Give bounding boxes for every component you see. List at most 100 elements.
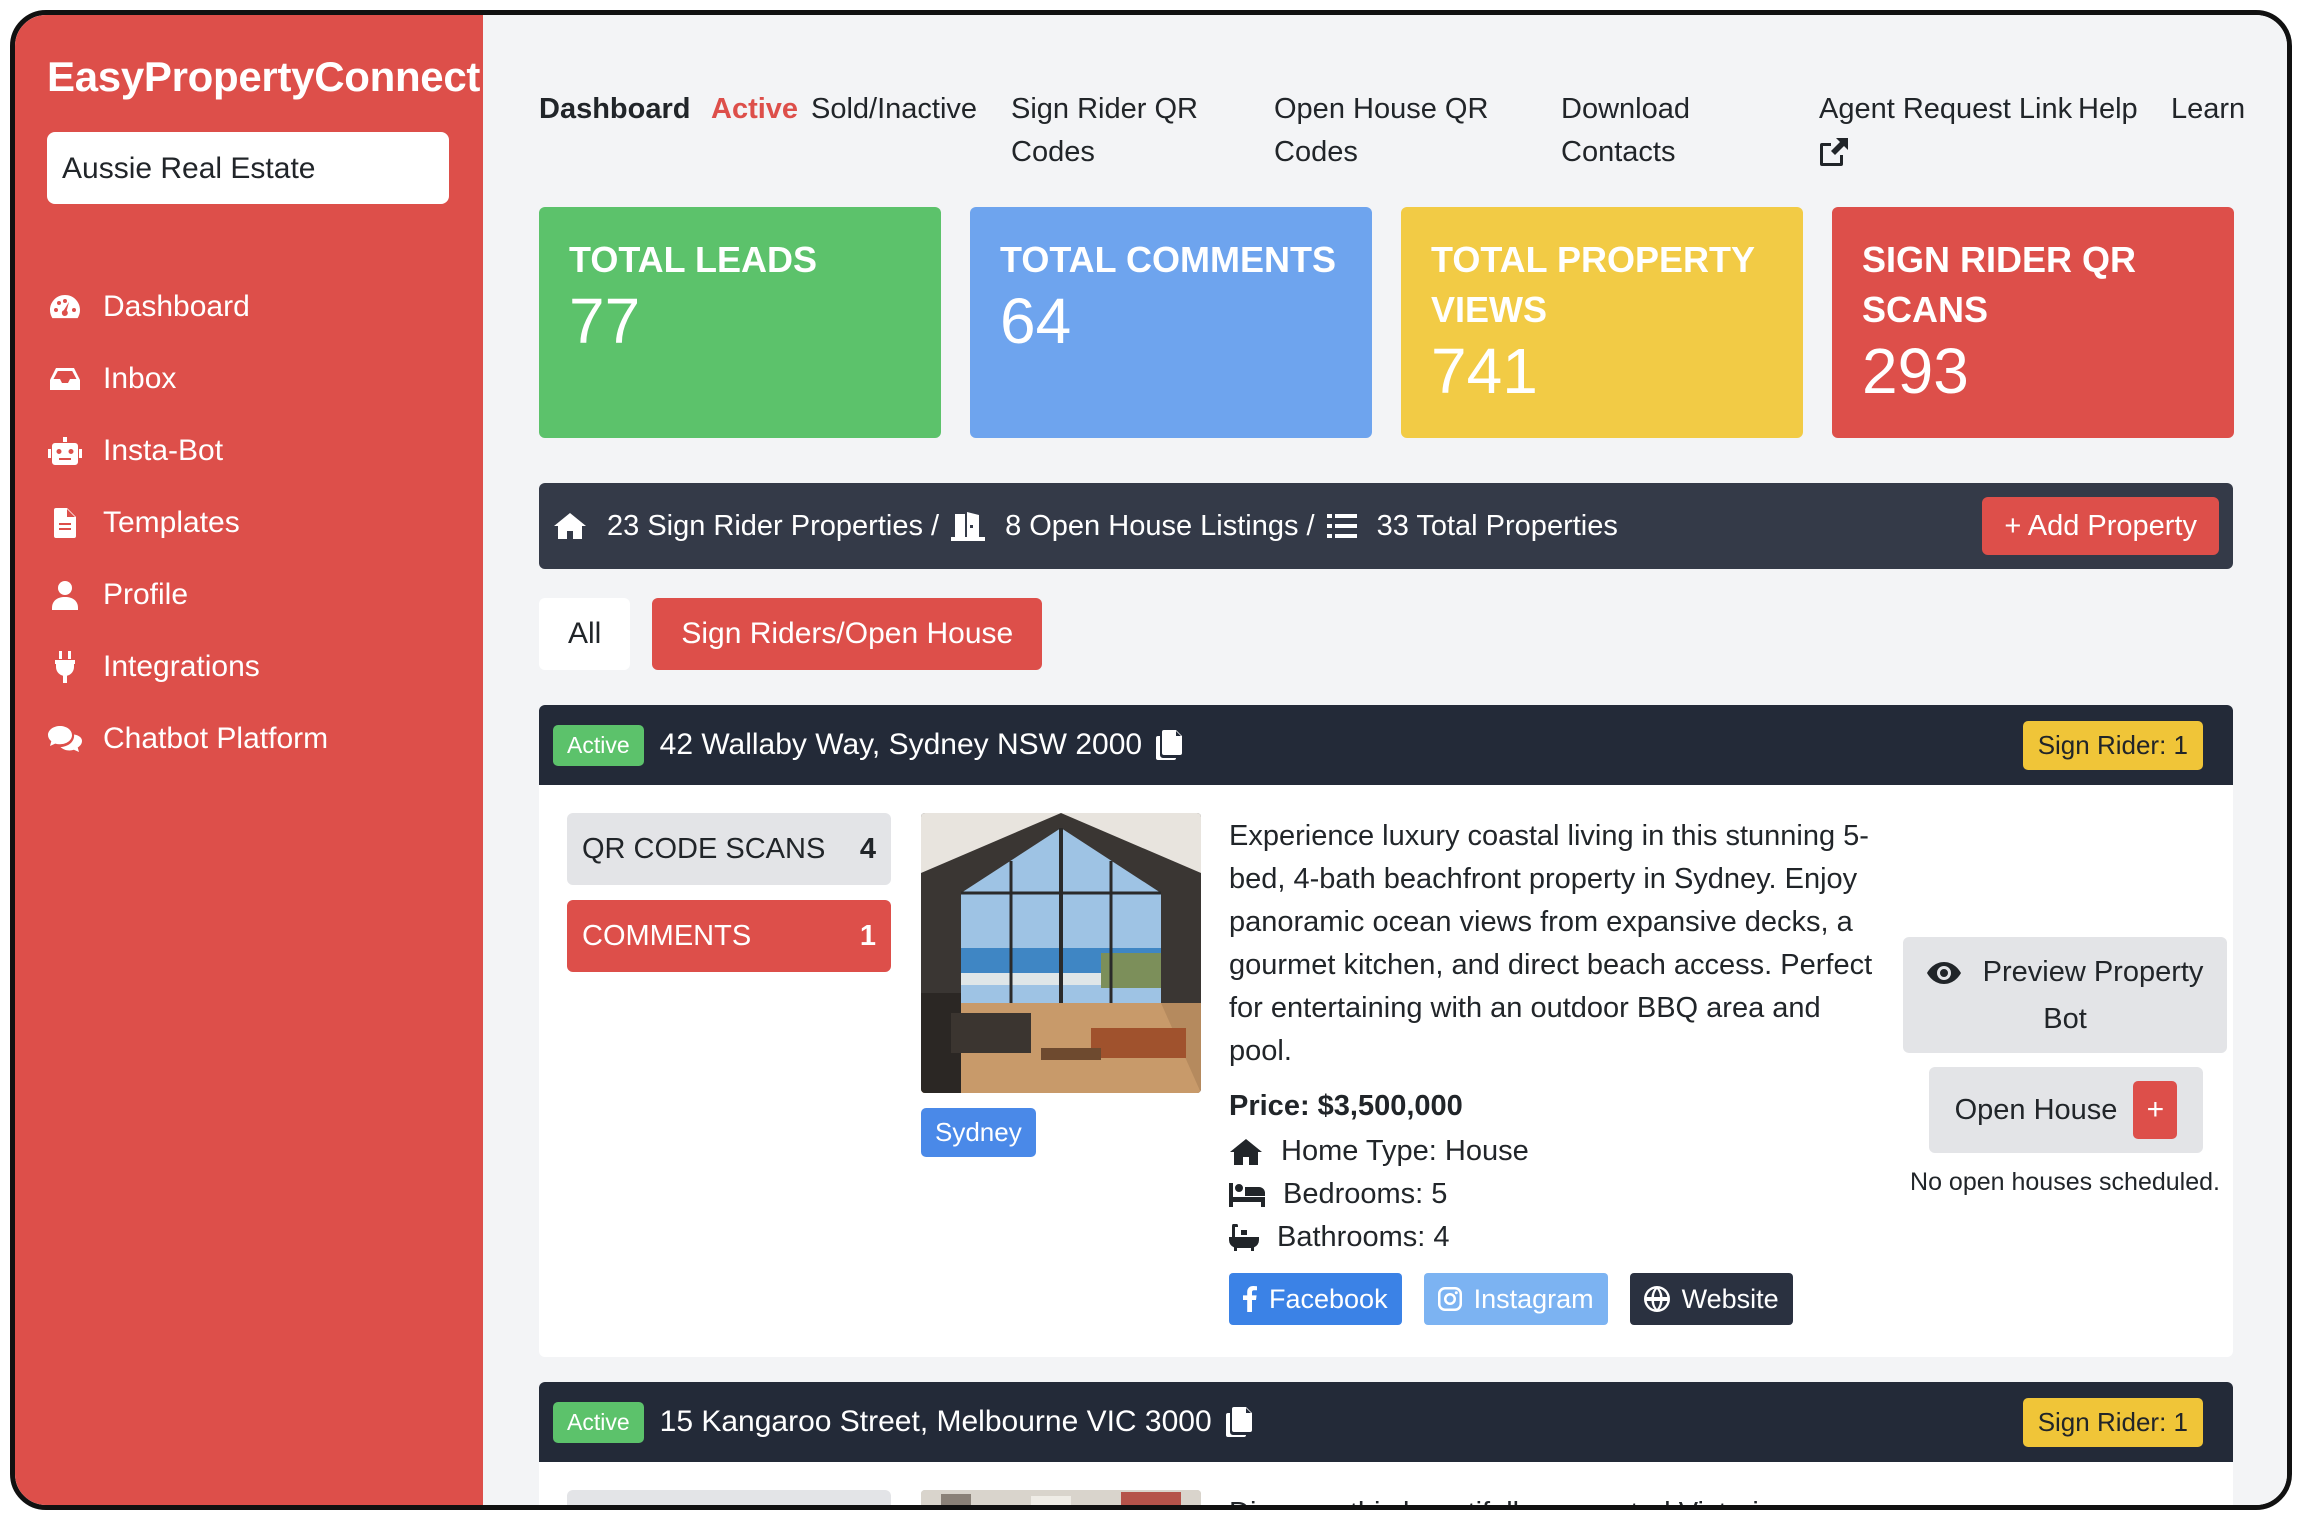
- nav-learn[interactable]: Learn: [2171, 88, 2245, 131]
- nav-label-line: Codes: [1274, 136, 1358, 168]
- sidebar-item-label: Profile: [103, 578, 189, 611]
- user-icon: [47, 577, 83, 613]
- city-badge: Sydney: [921, 1108, 1036, 1157]
- open-house-count: 8 Open House Listings /: [1005, 509, 1315, 542]
- listing-header: Active 15 Kangaroo Street, Melbourne VIC…: [539, 1382, 2233, 1462]
- app-window: EasyPropertyConnect Aussie Real Estate D…: [10, 10, 2292, 1510]
- sidebar-item-label: Integrations: [103, 650, 260, 683]
- brand-title: EasyPropertyConnect: [47, 53, 481, 100]
- stat-label: COMMENTS: [582, 919, 752, 952]
- total-properties-count: 33 Total Properties: [1376, 509, 1618, 542]
- comments-stat[interactable]: COMMENTS 1: [567, 900, 891, 972]
- instagram-button[interactable]: Instagram: [1423, 1273, 1608, 1325]
- add-property-button[interactable]: + Add Property: [1982, 497, 2219, 555]
- sidebar-item-label: Dashboard: [103, 290, 250, 323]
- sidebar-item-templates[interactable]: Templates: [47, 487, 328, 559]
- stat-label: TOTAL LEADS: [569, 239, 818, 280]
- status-badge: Active: [553, 724, 644, 766]
- stat-label: QR CODE SCANS: [582, 832, 826, 865]
- nav-sold-inactive[interactable]: Sold/Inactive: [811, 88, 977, 131]
- gauge-icon: [47, 289, 83, 325]
- add-open-house-button[interactable]: +: [2133, 1081, 2178, 1139]
- stat-count: 1: [859, 919, 876, 952]
- stat-value: 741: [1431, 335, 1538, 407]
- sign-rider-badge: Sign Rider: 1: [2022, 1398, 2203, 1447]
- sidebar-item-dashboard[interactable]: Dashboard: [47, 271, 328, 343]
- stat-card-total-comments: TOTAL COMMENTS 64: [970, 207, 1372, 438]
- property-summary-bar: 23 Sign Rider Properties / 8 Open House …: [539, 483, 2233, 569]
- globe-icon: [1643, 1286, 1682, 1312]
- sidebar-nav: Dashboard Inbox Insta-Bot Templates Prof…: [47, 271, 328, 775]
- copy-icon[interactable]: [1225, 1407, 1252, 1437]
- inbox-icon: [47, 361, 83, 397]
- facebook-label: Facebook: [1269, 1283, 1388, 1314]
- copy-icon[interactable]: [1156, 730, 1183, 760]
- filter-all-button[interactable]: All: [539, 598, 631, 670]
- nav-dashboard[interactable]: Dashboard: [539, 88, 690, 131]
- sidebar-item-chatbot-platform[interactable]: Chatbot Platform: [47, 703, 328, 775]
- sidebar-item-label: Templates: [103, 506, 240, 539]
- list-icon: [1326, 513, 1357, 539]
- property-description: Experience luxury coastal living in this…: [1229, 815, 1889, 1073]
- open-house-button[interactable]: Open House +: [1929, 1067, 2203, 1153]
- listing-header: Active 42 Wallaby Way, Sydney NSW 2000 S…: [539, 705, 2233, 785]
- sidebar-item-label: Inbox: [103, 362, 177, 395]
- qr-code-scans-stat[interactable]: [567, 1490, 891, 1505]
- stat-label: TOTAL PROPERTY VIEWS: [1431, 239, 1755, 330]
- property-listing: Active 42 Wallaby Way, Sydney NSW 2000 S…: [539, 705, 2233, 1357]
- nav-open-house-qr-codes[interactable]: Open House QR Codes: [1274, 88, 1488, 174]
- nav-help[interactable]: Help: [2078, 88, 2138, 131]
- nav-download-contacts[interactable]: Download Contacts: [1561, 88, 1690, 174]
- stat-label: SIGN RIDER QR SCANS: [1862, 239, 2137, 330]
- open-house-label: Open House: [1954, 1093, 2118, 1126]
- nav-label-line: Agent Request Link: [1819, 93, 2073, 125]
- sign-rider-badge: Sign Rider: 1: [2022, 721, 2203, 770]
- organization-selector[interactable]: Aussie Real Estate: [47, 132, 449, 204]
- stat-value: 64: [1000, 285, 1072, 357]
- status-badge: Active: [553, 1401, 644, 1443]
- description-line: gourmet kitchen, and direct beach access…: [1229, 949, 1873, 981]
- sidebar-item-integrations[interactable]: Integrations: [47, 631, 328, 703]
- property-listing: Active 15 Kangaroo Street, Melbourne VIC…: [539, 1382, 2233, 1505]
- stat-card-total-property-views: TOTAL PROPERTY VIEWS 741: [1401, 207, 1803, 438]
- nav-agent-request-link[interactable]: Agent Request Link: [1819, 88, 2072, 180]
- bedrooms: Bedrooms: 5: [1229, 1178, 1447, 1211]
- facebook-icon: [1243, 1286, 1269, 1312]
- property-price: Price: $3,500,000: [1229, 1090, 1463, 1122]
- sign-rider-count: 23 Sign Rider Properties /: [607, 509, 940, 542]
- home-type-text: Home Type: House: [1281, 1135, 1529, 1167]
- stat-card-sign-rider-qr-scans: SIGN RIDER QR SCANS 293: [1832, 207, 2234, 438]
- sidebar-item-inbox[interactable]: Inbox: [47, 343, 328, 415]
- nav-sign-rider-qr-codes[interactable]: Sign Rider QR Codes: [1011, 88, 1198, 174]
- home-type: Home Type: House: [1229, 1135, 1529, 1168]
- stat-value: 77: [569, 285, 641, 357]
- filter-sign-riders-button[interactable]: Sign Riders/Open House: [652, 598, 1043, 670]
- description-line: Experience luxury coastal living in this…: [1229, 820, 1869, 852]
- sidebar-item-insta-bot[interactable]: Insta-Bot: [47, 415, 328, 487]
- bathrooms: Bathrooms: 4: [1229, 1221, 1449, 1254]
- website-button[interactable]: Website: [1629, 1273, 1793, 1325]
- instagram-icon: [1437, 1287, 1474, 1311]
- preview-property-bot-button[interactable]: Preview Property Bot: [1903, 937, 2227, 1053]
- facebook-button[interactable]: Facebook: [1229, 1273, 1402, 1325]
- description-line: pool.: [1229, 1035, 1292, 1067]
- bathrooms-text: Bathrooms: 4: [1277, 1221, 1450, 1253]
- nav-active[interactable]: Active: [711, 88, 798, 131]
- property-photo[interactable]: [921, 1490, 1201, 1505]
- qr-code-scans-stat[interactable]: QR CODE SCANS 4: [567, 813, 891, 885]
- robot-icon: [47, 433, 83, 469]
- stat-label: TOTAL COMMENTS: [1000, 239, 1336, 280]
- main-content: Dashboard Active Sold/Inactive Sign Ride…: [483, 15, 2287, 1505]
- nav-label-line: Sign Rider QR: [1011, 93, 1198, 125]
- instagram-label: Instagram: [1473, 1283, 1594, 1314]
- listing-address: 15 Kangaroo Street, Melbourne VIC 3000: [659, 1405, 1212, 1438]
- bed-icon: [1229, 1182, 1283, 1207]
- property-photo[interactable]: [921, 813, 1201, 1093]
- listing-body: Discover this beautifully renovated Vict…: [539, 1462, 2233, 1505]
- stat-count: 4: [859, 832, 876, 865]
- listing-address: 42 Wallaby Way, Sydney NSW 2000: [659, 728, 1143, 761]
- sidebar: EasyPropertyConnect Aussie Real Estate D…: [15, 15, 483, 1505]
- external-link-icon: [1819, 137, 1849, 180]
- sidebar-item-profile[interactable]: Profile: [47, 559, 328, 631]
- home-icon: [553, 512, 587, 540]
